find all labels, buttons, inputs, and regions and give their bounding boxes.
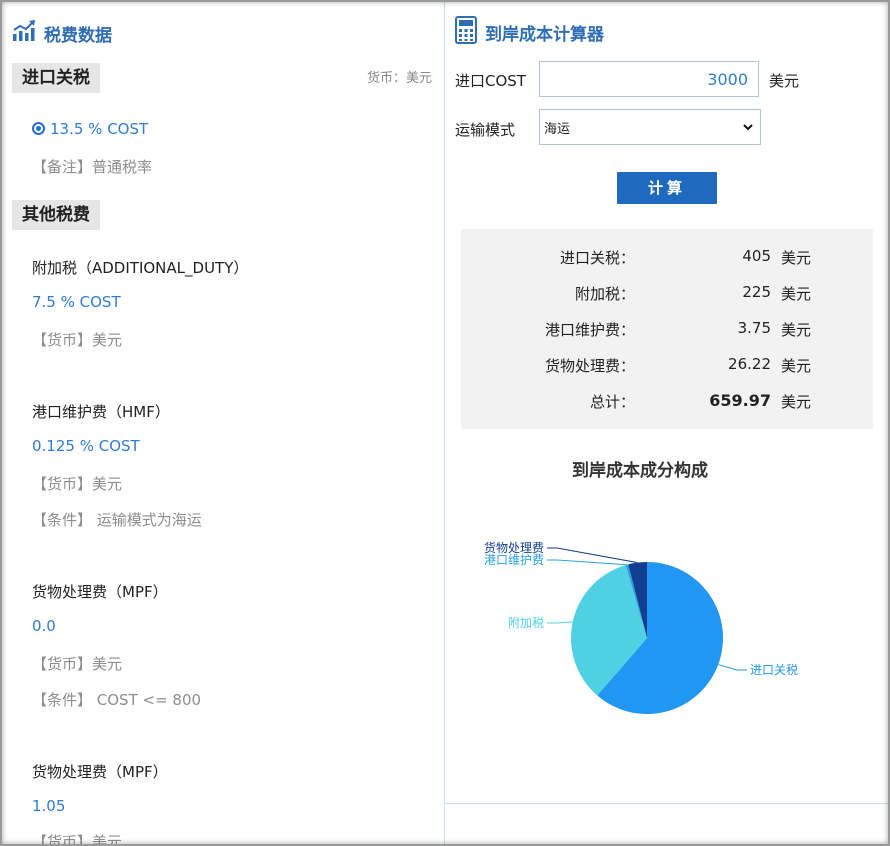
calculate-button[interactable]: 计算 (617, 172, 717, 204)
pie-leader-line-0 (718, 664, 747, 671)
result-value: 225 (742, 283, 771, 301)
result-value: 405 (742, 247, 771, 265)
fee-condition: 【条件】 COST <= 800 (32, 691, 202, 709)
tax-data-title: 税费数据 (44, 26, 112, 46)
total-value: 659.97 (709, 391, 771, 410)
calculator-header: 到岸成本计算器 (455, 16, 604, 49)
fee-rate: 0.125 % COST (32, 437, 140, 455)
result-label: 港口维护费： (544, 321, 635, 339)
result-unit: 美元 (781, 285, 812, 303)
import-duty-rate-text: 13.5 % COST (50, 120, 149, 138)
fee-rate: 1.05 (32, 797, 66, 815)
import-duty-tag: 进口关税 (12, 63, 100, 93)
result-label: 附加税： (574, 285, 635, 303)
result-row: 货物处理费： 26.22 美元 (461, 355, 873, 379)
import-duty-remark: 【备注】普通税率 (32, 158, 153, 176)
trend-chart-icon (12, 20, 44, 47)
cost-input[interactable] (539, 61, 759, 97)
pie-label-3: 货物处理费 (484, 540, 544, 555)
fee-name: 货物处理费（MPF） (32, 763, 168, 781)
other-fees-tag: 其他税费 (12, 200, 100, 230)
transport-mode-value: 海运 (544, 121, 571, 137)
radio-selected-icon[interactable] (32, 122, 45, 135)
chart-title: 到岸成本成分构成 (572, 461, 708, 481)
fee-currency: 【货币】美元 (32, 475, 123, 493)
pie-label-1: 附加税 (508, 616, 544, 630)
result-value: 26.22 (728, 355, 771, 373)
fee-rate: 0.0 (32, 617, 56, 635)
total-label: 总计： (589, 393, 635, 411)
fee-name: 港口维护费（HMF） (32, 403, 170, 421)
result-summary: 进口关税： 405 美元 附加税： 225 美元 港口维护费： 3.75 美元 … (461, 229, 873, 429)
result-row: 港口维护费： 3.75 美元 (461, 319, 873, 343)
cost-composition-pie: 进口关税 附加税 港口维护费货物处理费 (484, 540, 798, 714)
import-duty-rate[interactable]: 13.5 % COST (32, 120, 148, 138)
fee-name: 附加税（ADDITIONAL_DUTY） (32, 259, 249, 277)
fee-currency: 【货币】美元 (32, 655, 123, 673)
result-value: 3.75 (737, 319, 771, 337)
fee-name: 货物处理费（MPF） (32, 583, 168, 601)
result-unit: 美元 (781, 249, 812, 267)
calculator-panel: 到岸成本计算器 进口COST 美元 运输模式 海运 计算 进口关税： 405 美… (445, 0, 890, 846)
result-row: 进口关税： 405 美元 (461, 247, 873, 271)
divider (445, 803, 890, 804)
transport-mode-select[interactable]: 海运 (539, 109, 761, 145)
result-label: 货物处理费： (544, 357, 635, 375)
cost-label: 进口COST (455, 72, 526, 90)
fee-currency: 【货币】美元 (32, 331, 123, 349)
fee-condition: 【条件】 运输模式为海运 (32, 511, 202, 529)
fee-currency: 【货币】美元 (32, 833, 123, 846)
pie-label-2: 港口维护费 (484, 553, 544, 567)
result-label: 进口关税： (559, 249, 635, 267)
currency-note: 货币：美元 (366, 71, 432, 86)
mode-label: 运输模式 (455, 121, 516, 139)
result-unit: 美元 (781, 357, 812, 375)
tax-data-header: 税费数据 (12, 20, 112, 47)
calculator-title: 到岸成本计算器 (485, 25, 604, 45)
tax-data-panel: 税费数据 进口关税 货币：美元 13.5 % COST 【备注】普通税率 其他税… (0, 0, 445, 846)
result-row: 附加税： 225 美元 (461, 283, 873, 307)
pie-label-0: 进口关税 (750, 663, 798, 677)
chevron-down-icon (742, 121, 754, 137)
result-row-total: 总计： 659.97 美元 (461, 391, 873, 415)
pie-leader-line-2 (547, 559, 627, 566)
result-unit: 美元 (781, 321, 812, 339)
total-unit: 美元 (781, 393, 812, 411)
calculator-icon (455, 16, 485, 49)
cost-unit: 美元 (769, 72, 800, 90)
fee-rate: 7.5 % COST (32, 293, 121, 311)
pie-leader-line-1 (547, 621, 573, 624)
